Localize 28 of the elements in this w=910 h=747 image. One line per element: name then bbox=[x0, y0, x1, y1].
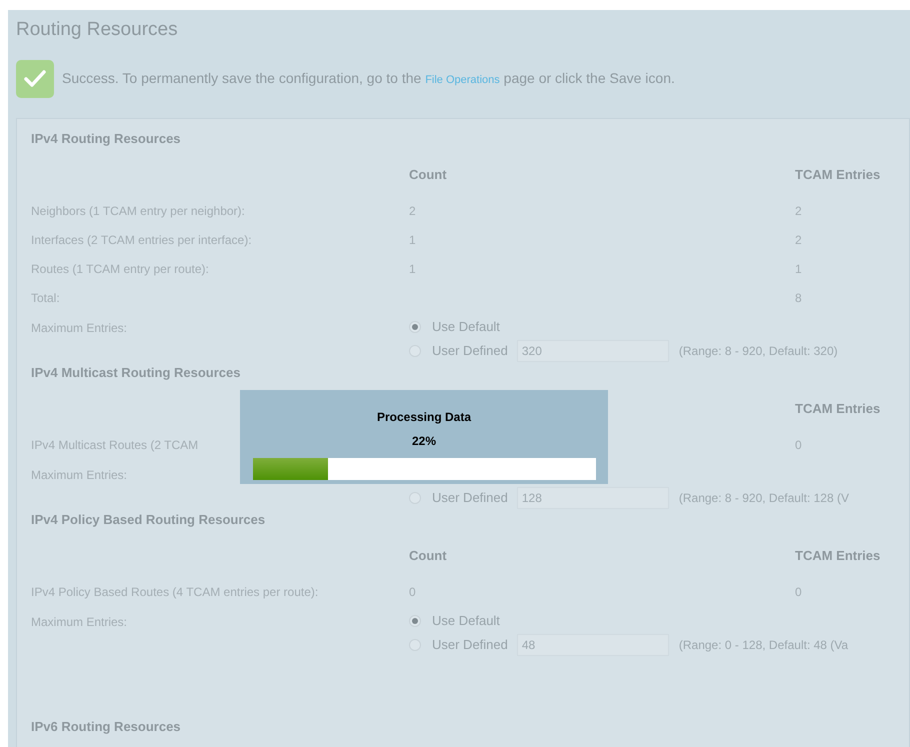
radio-label: User Defined bbox=[432, 342, 508, 360]
file-operations-link[interactable]: File Operations bbox=[425, 74, 500, 86]
column-header: TCAM Entries bbox=[795, 166, 880, 182]
dialog-title: Processing Data bbox=[376, 409, 472, 426]
radio-button[interactable] bbox=[409, 614, 421, 626]
page-title: Routing Resources bbox=[16, 18, 178, 42]
column-header: Count bbox=[409, 166, 447, 182]
range-hint: (Range: 8 - 920, Default: 320) bbox=[678, 342, 838, 360]
section-title: IPv6 Routing Resources bbox=[31, 718, 181, 736]
input-field[interactable]: 128 bbox=[516, 486, 669, 508]
range-hint: (Range: 8 - 920, Default: 128 (V bbox=[678, 490, 849, 506]
radio-label: User Defined bbox=[432, 636, 508, 654]
section-title: IPv4 Routing Resources bbox=[31, 130, 181, 148]
check-icon bbox=[16, 60, 54, 98]
range-hint: (Range: 0 - 128, Default: 48 (Va bbox=[678, 636, 848, 654]
radio-label: Use Default bbox=[432, 612, 500, 630]
column-header: TCAM Entries bbox=[795, 400, 880, 416]
input-field[interactable]: 48 bbox=[516, 634, 669, 656]
column-header: Count bbox=[409, 548, 447, 563]
input-field[interactable]: 320 bbox=[516, 340, 669, 362]
section-title: IPv4 Multicast Routing Resources bbox=[31, 364, 240, 382]
radio-label: Use Default bbox=[432, 318, 500, 336]
radio-label: User Defined bbox=[432, 488, 508, 507]
radio-button[interactable] bbox=[409, 320, 421, 332]
progress-percent: 22% bbox=[412, 433, 436, 450]
column-header: TCAM Entries bbox=[795, 548, 880, 563]
section-title: IPv4 Policy Based Routing Resources bbox=[31, 510, 266, 529]
success-message: Success. To permanently save the configuration, go to the File Operations page or click the Save icon. bbox=[62, 69, 675, 88]
